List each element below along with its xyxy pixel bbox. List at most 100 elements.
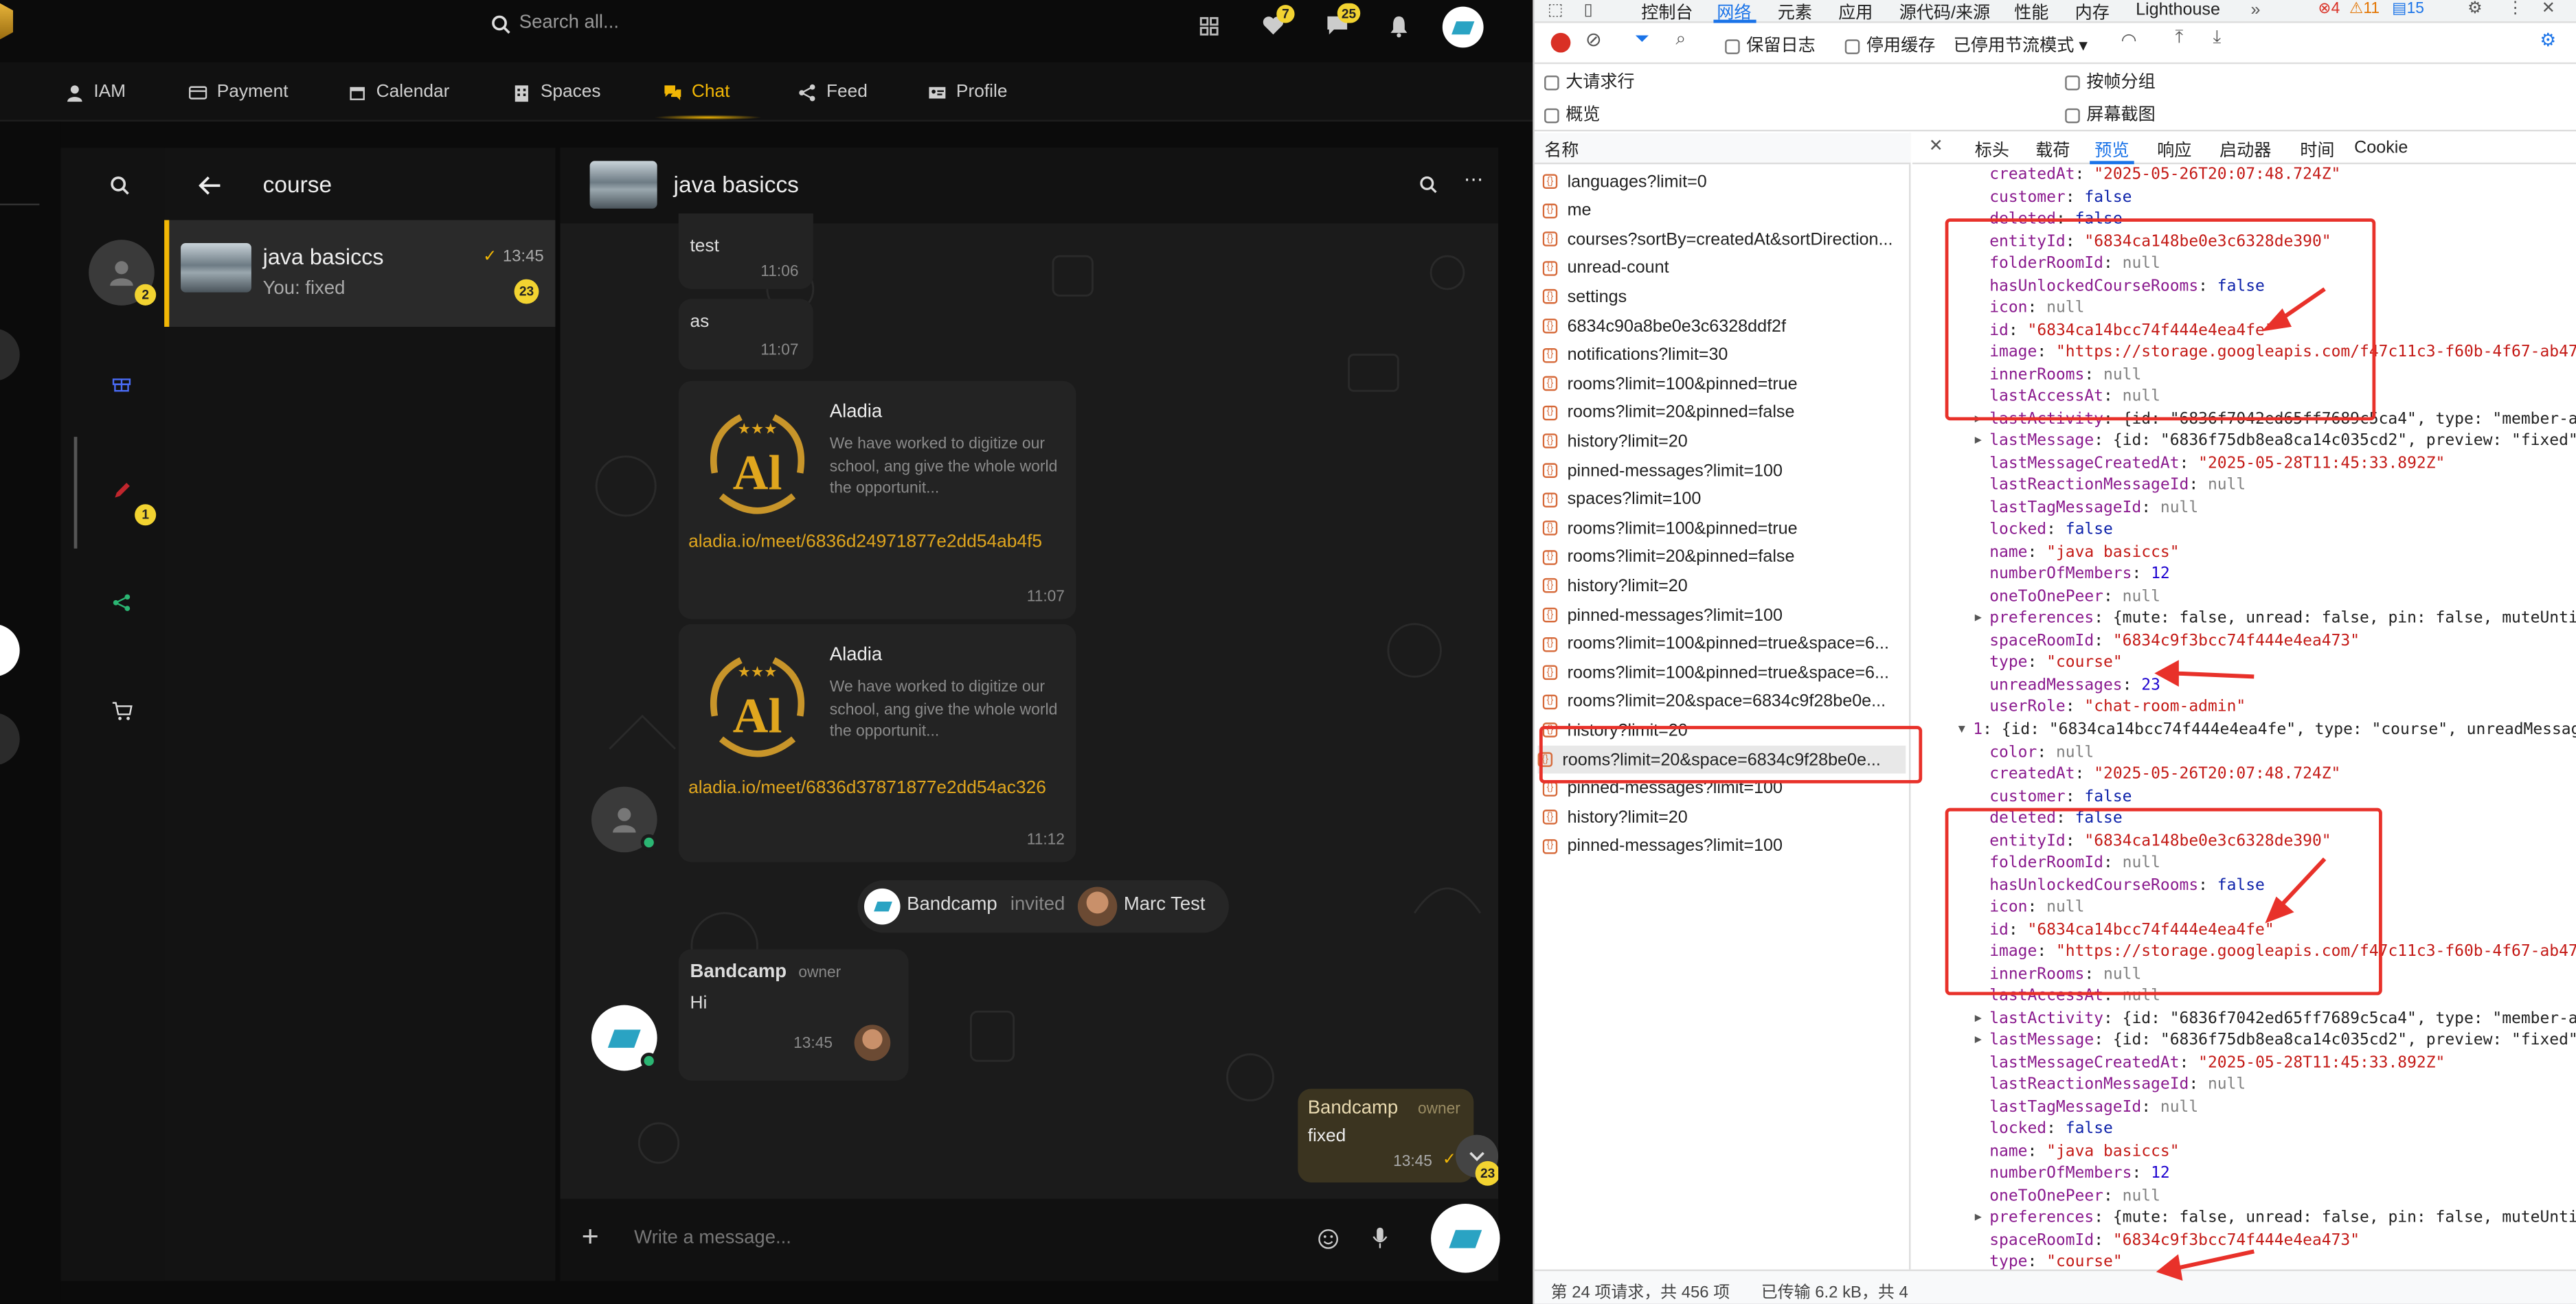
meet-link[interactable]: aladia.io/meet/6836d24971877e2dd54ab4f5: [688, 532, 1070, 554]
cart-icon[interactable]: [110, 700, 133, 722]
nav-tab-payment[interactable]: Payment: [189, 62, 289, 122]
check-icon: ✓: [1442, 1151, 1456, 1169]
rail-avatar[interactable]: [0, 328, 20, 381]
bell-icon[interactable]: [1387, 13, 1412, 38]
arrow-icon: [2265, 896, 2294, 924]
arrow-icon: [2154, 660, 2179, 687]
message-bubble: test 11:06: [678, 213, 813, 289]
microphone-icon[interactable]: [1370, 1225, 1390, 1251]
more-options-icon[interactable]: ⋯: [1464, 168, 1484, 190]
message-text: fixed: [1307, 1126, 1346, 1147]
gift-icon[interactable]: [110, 371, 133, 394]
search-icon[interactable]: [1416, 172, 1439, 195]
message-sender: Bandcamp: [1307, 1098, 1399, 1119]
message-text: as: [690, 312, 710, 332]
invite-actor: Bandcamp: [907, 895, 997, 915]
room-name: java basiccs: [262, 244, 384, 270]
nav-tab-label: Calendar: [376, 82, 450, 102]
card-description: We have worked to digitize our school, a…: [829, 678, 1058, 741]
arrow-icon: [2156, 1254, 2183, 1281]
arrow-icon: [2178, 1249, 2255, 1270]
app-logo: [0, 3, 14, 40]
pencil-icon[interactable]: [110, 479, 133, 502]
chat-pane: java basiccs ⋯ test 11:06 as 11:07 Al ★★★…: [560, 148, 1499, 1281]
card-sender: Aladia: [829, 645, 883, 665]
global-search-input[interactable]: Search all...: [519, 13, 619, 33]
sender-role: owner: [1417, 1100, 1460, 1119]
user-avatar[interactable]: [1442, 6, 1484, 48]
message-time: 11:07: [1026, 588, 1065, 606]
emoji-icon[interactable]: [1316, 1227, 1341, 1252]
message-time: 11:07: [760, 341, 799, 360]
rail-avatar[interactable]: [0, 712, 20, 766]
message-time: 13:45: [1393, 1152, 1432, 1171]
nav-tab-chat[interactable]: Chat: [664, 62, 730, 122]
own-message-bubble: Bandcamp owner fixed 13:45 ✓: [1298, 1088, 1474, 1182]
link-message-card: Al ★★★ Aladia We have worked to digitize …: [678, 380, 1076, 619]
svg-text:★★★: ★★★: [738, 420, 778, 437]
search-icon[interactable]: [109, 174, 131, 197]
card-icon: [189, 85, 207, 99]
room-list-title: course: [262, 170, 332, 197]
outer-rail: [0, 121, 61, 1304]
chat-sidebar-rail: 2 1: [60, 148, 165, 1281]
send-avatar-button[interactable]: [1431, 1204, 1500, 1273]
svg-text:Al: Al: [733, 446, 782, 501]
bandcamp-avatar: [863, 888, 901, 925]
likes-badge: 7: [1276, 5, 1295, 23]
share-icon: [799, 83, 815, 101]
message-bubble: Bandcamp owner Hi 13:45: [678, 949, 909, 1081]
screenshot-stage: Search all... 7 25 IAM Payment Calendar …: [0, 0, 2576, 1304]
marc-avatar: [1077, 887, 1118, 926]
add-attachment-icon[interactable]: +: [582, 1220, 599, 1255]
nav-tab-iam[interactable]: IAM: [66, 62, 126, 122]
invite-verb: invited: [1010, 895, 1065, 915]
room-item-java-basiccs[interactable]: java basiccs You: fixed ✓ 13:45 23: [164, 220, 556, 327]
nav-tab-label: Chat: [691, 82, 730, 102]
meet-link[interactable]: aladia.io/meet/6836d37871877e2dd54ac326: [688, 779, 1070, 801]
system-invite-message: Bandcamp invited Marc Test: [857, 880, 1229, 933]
avatar-badge: 2: [135, 284, 157, 306]
chat-title: java basiccs: [673, 170, 799, 197]
sender-role: owner: [798, 963, 841, 983]
pencil-badge: 1: [135, 504, 157, 526]
nav-tab-label: IAM: [93, 82, 126, 102]
nav-tab-profile[interactable]: Profile: [928, 62, 1007, 122]
chat-icon: [664, 84, 681, 100]
share-icon[interactable]: [110, 591, 133, 614]
nav-tab-calendar[interactable]: Calendar: [348, 62, 449, 122]
rail-divider: [0, 203, 40, 205]
chat-header: java basiccs ⋯: [560, 148, 1499, 224]
main-nav: IAM Payment Calendar Spaces Chat Feed Pr…: [0, 62, 1533, 122]
online-status-dot: [640, 834, 657, 851]
chat-thumbnail: [589, 161, 657, 209]
rail-active-indicator: [74, 437, 78, 549]
room-preview: You: fixed: [262, 279, 346, 299]
message-text: test: [690, 236, 719, 257]
chat-app: Search all... 7 25 IAM Payment Calendar …: [0, 0, 1533, 1304]
calendar-icon: [350, 86, 365, 100]
nav-tab-label: Profile: [956, 82, 1008, 102]
user-icon: [67, 84, 82, 102]
rail-avatar-active[interactable]: [0, 624, 20, 677]
online-status-dot: [640, 1053, 657, 1069]
id-card-icon: [929, 86, 946, 98]
message-time: 11:12: [1026, 831, 1065, 849]
arrow-icon: [2275, 857, 2327, 911]
back-arrow-icon[interactable]: [197, 174, 223, 197]
check-icon: ✓: [483, 248, 497, 266]
active-tab-indicator: [653, 115, 762, 120]
nav-tab-label: Spaces: [540, 82, 601, 102]
message-composer: + Write a message...: [560, 1198, 1499, 1281]
apps-grid-icon[interactable]: [1197, 15, 1220, 38]
nav-tab-label: Feed: [826, 82, 868, 102]
room-time: 13:45: [502, 248, 544, 266]
annotation-arrows: [2154, 287, 2327, 1281]
aladia-logo: Al ★★★: [692, 398, 823, 529]
nav-tab-spaces[interactable]: Spaces: [512, 62, 601, 122]
devtools-panel: ⬚ ▯ 控制台 网络 元素 应用 源代码/来源 性能 内存 Lighthouse…: [1533, 0, 2576, 1304]
arrow-icon: [2175, 671, 2255, 679]
message-input[interactable]: Write a message...: [634, 1228, 791, 1248]
nav-tab-feed[interactable]: Feed: [798, 62, 868, 122]
room-list-panel: course java basiccs You: fixed ✓ 13:45 2…: [164, 148, 556, 1281]
